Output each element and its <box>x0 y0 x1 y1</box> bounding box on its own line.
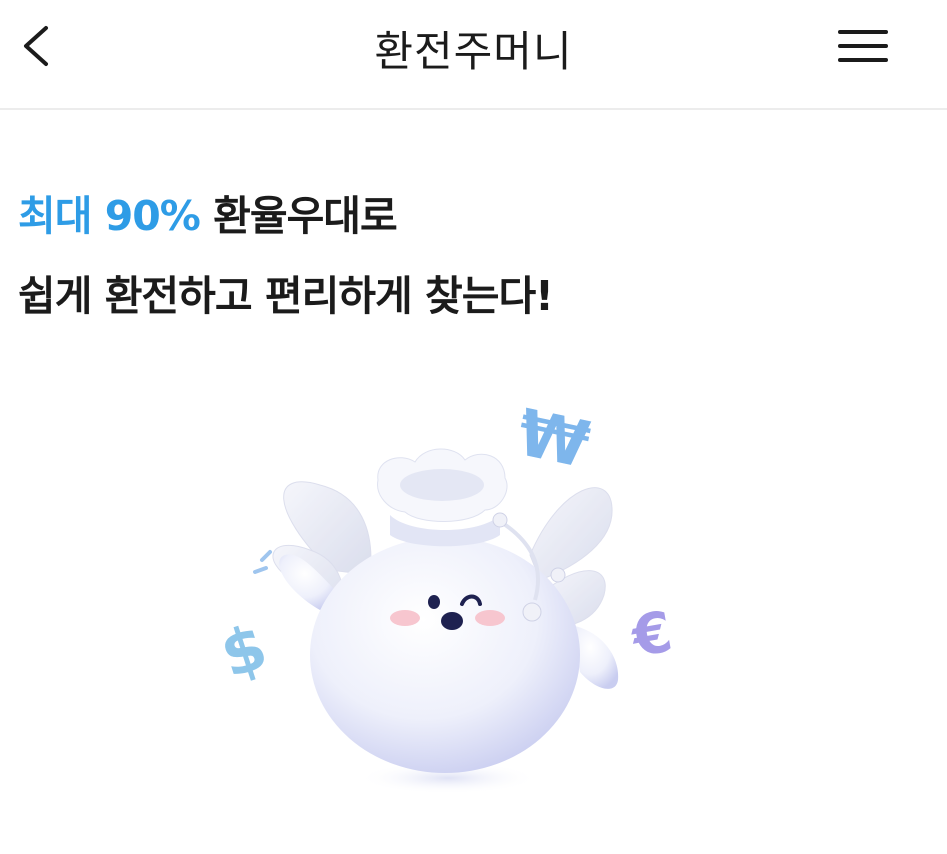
promo-line-2: 쉽게 환전하고 편리하게 찾는다! <box>18 272 554 320</box>
promo-line-1: 최대 90% 환율우대로 <box>18 176 553 256</box>
page-title: 환전주머니 <box>374 27 573 76</box>
promo-headline: 최대 90% 환율우대로 쉽게 환전하고 편리하게 찾는다! <box>18 176 554 336</box>
euro-symbol: € <box>625 600 677 671</box>
promo-highlight: 최대 90% <box>18 192 201 240</box>
hero-illustration: ₩ $ € <box>200 390 720 810</box>
menu-button[interactable] <box>834 24 892 70</box>
promo-line-1-text: 환율우대로 <box>199 192 398 240</box>
dollar-symbol: $ <box>212 610 276 693</box>
won-symbol: ₩ <box>511 396 595 483</box>
app-header: 환전주머니 <box>0 0 947 110</box>
hamburger-menu-icon <box>838 30 888 62</box>
